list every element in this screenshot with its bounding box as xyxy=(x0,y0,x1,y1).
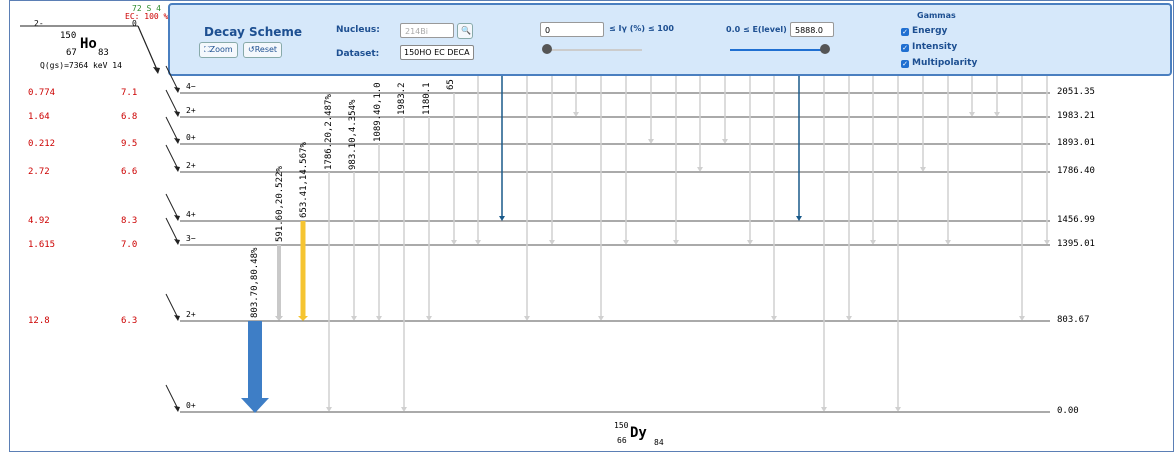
gamma-label: 65 xyxy=(446,79,456,90)
beta-feed-arrowhead xyxy=(174,239,180,245)
level-energy: 1893.01 xyxy=(1057,138,1095,148)
beta-feed-arrowhead xyxy=(174,215,180,221)
level-energy: 2051.35 xyxy=(1057,87,1095,97)
gamma-arrowhead xyxy=(524,316,530,321)
log-ft: 6.6 xyxy=(121,167,138,177)
beta-feed-arrow xyxy=(165,89,179,115)
gamma-arrowhead xyxy=(573,112,579,117)
gamma-arrowhead xyxy=(969,112,975,117)
beta-intensity: 0.212 xyxy=(28,139,56,149)
beta-feed-arrowhead xyxy=(174,87,180,93)
gamma-arrowhead xyxy=(994,112,1000,117)
beta-intensity: 1.64 xyxy=(28,112,50,122)
gamma-arrowhead xyxy=(549,240,555,245)
daughter-symbol: Dy xyxy=(630,425,647,441)
beta-feed-arrow xyxy=(165,293,179,319)
gamma-label: 803.70,80.48% xyxy=(250,247,260,318)
beta-feed-arrow xyxy=(165,217,179,243)
gamma-label: 591.60,20.522% xyxy=(275,166,285,242)
gamma-arrowhead xyxy=(623,240,629,245)
beta-feed-arrowhead xyxy=(174,111,180,117)
log-ft: 6.3 xyxy=(121,316,138,326)
gamma-arrowhead xyxy=(747,240,753,245)
log-ft: 6.8 xyxy=(121,112,138,122)
gamma-arrowhead xyxy=(673,240,679,245)
gamma-arrowhead xyxy=(771,316,777,321)
gamma-arrowhead xyxy=(945,240,951,245)
gamma-arrowhead xyxy=(648,139,654,144)
daughter-z: 66 xyxy=(617,436,627,445)
gamma-label: 653.41,14.567% xyxy=(299,142,309,218)
level-energy: 1395.01 xyxy=(1057,239,1095,249)
beta-intensity: 4.92 xyxy=(28,216,50,226)
level-spin: 0+ xyxy=(186,401,196,410)
gamma-arrowhead xyxy=(895,407,901,412)
gamma-arrowhead xyxy=(846,316,852,321)
gamma-arrowhead xyxy=(376,316,382,321)
level-spin: 3− xyxy=(186,234,196,243)
gamma-arrowhead xyxy=(796,216,802,221)
beta-intensity: 2.72 xyxy=(28,167,50,177)
gamma-arrowhead xyxy=(475,240,481,245)
gamma-arrowhead xyxy=(598,316,604,321)
gamma-arrowhead xyxy=(821,407,827,412)
gamma-label: 983.10,4.354% xyxy=(348,99,358,170)
log-ft: 7.1 xyxy=(121,88,138,98)
beta-feed-arrowhead xyxy=(174,138,180,144)
beta-feed-arrow xyxy=(165,384,179,410)
gamma-arrowhead xyxy=(499,216,505,221)
beta-feed-arrowhead xyxy=(174,315,180,321)
beta-feed-arrow xyxy=(165,144,179,170)
level-energy: 1786.40 xyxy=(1057,166,1095,176)
gamma-arrowhead xyxy=(722,139,728,144)
level-energy: 1456.99 xyxy=(1057,215,1095,225)
level-spin: 0+ xyxy=(186,133,196,142)
beta-intensity: 12.8 xyxy=(28,316,50,326)
gamma-arrowhead xyxy=(351,316,357,321)
gamma-label: 1983.2 xyxy=(397,82,407,115)
level-energy: 803.67 xyxy=(1057,315,1090,325)
log-ft: 8.3 xyxy=(121,216,138,226)
gamma-arrowhead xyxy=(426,316,432,321)
gamma-label: 1786.20,2.487% xyxy=(324,94,334,170)
level-spin: 4− xyxy=(186,82,196,91)
level-spin: 2+ xyxy=(186,161,196,170)
beta-feed-arrowhead xyxy=(174,166,180,172)
gamma-label: 1089.40,1.0 xyxy=(373,82,383,142)
beta-feed-arrow xyxy=(165,193,179,219)
level-energy: 1983.21 xyxy=(1057,111,1095,121)
beta-intensity: 0.774 xyxy=(28,88,56,98)
log-ft: 7.0 xyxy=(121,240,138,250)
gamma-arrowhead xyxy=(401,407,407,412)
level-spin: 2+ xyxy=(186,106,196,115)
gamma-803-body xyxy=(248,321,262,399)
gamma-label: 1180.1 xyxy=(422,82,432,115)
gamma-arrowhead xyxy=(451,240,457,245)
beta-feed-arrow xyxy=(165,116,179,142)
gamma-arrowhead xyxy=(870,240,876,245)
beta-feed-arrowhead xyxy=(174,406,180,412)
gamma-arrowhead xyxy=(920,167,926,172)
daughter-mass: 150 xyxy=(614,421,629,430)
beta-intensity: 1.615 xyxy=(28,240,56,250)
decay-scheme-diagram xyxy=(165,65,1050,413)
log-ft: 9.5 xyxy=(121,139,138,149)
level-energy: 0.00 xyxy=(1057,406,1079,416)
beta-feed-arrow xyxy=(165,65,179,91)
gamma-arrowhead xyxy=(326,407,332,412)
gamma-arrowhead xyxy=(275,316,283,321)
gamma-arrowhead xyxy=(1044,240,1050,245)
level-spin: 4+ xyxy=(186,210,196,219)
level-spin: 2+ xyxy=(186,310,196,319)
gamma-arrowhead xyxy=(1019,316,1025,321)
gamma-803-arrowhead xyxy=(241,398,269,413)
daughter-n: 84 xyxy=(654,438,664,447)
gamma-arrowhead xyxy=(697,167,703,172)
gamma-arrowhead xyxy=(298,316,308,321)
